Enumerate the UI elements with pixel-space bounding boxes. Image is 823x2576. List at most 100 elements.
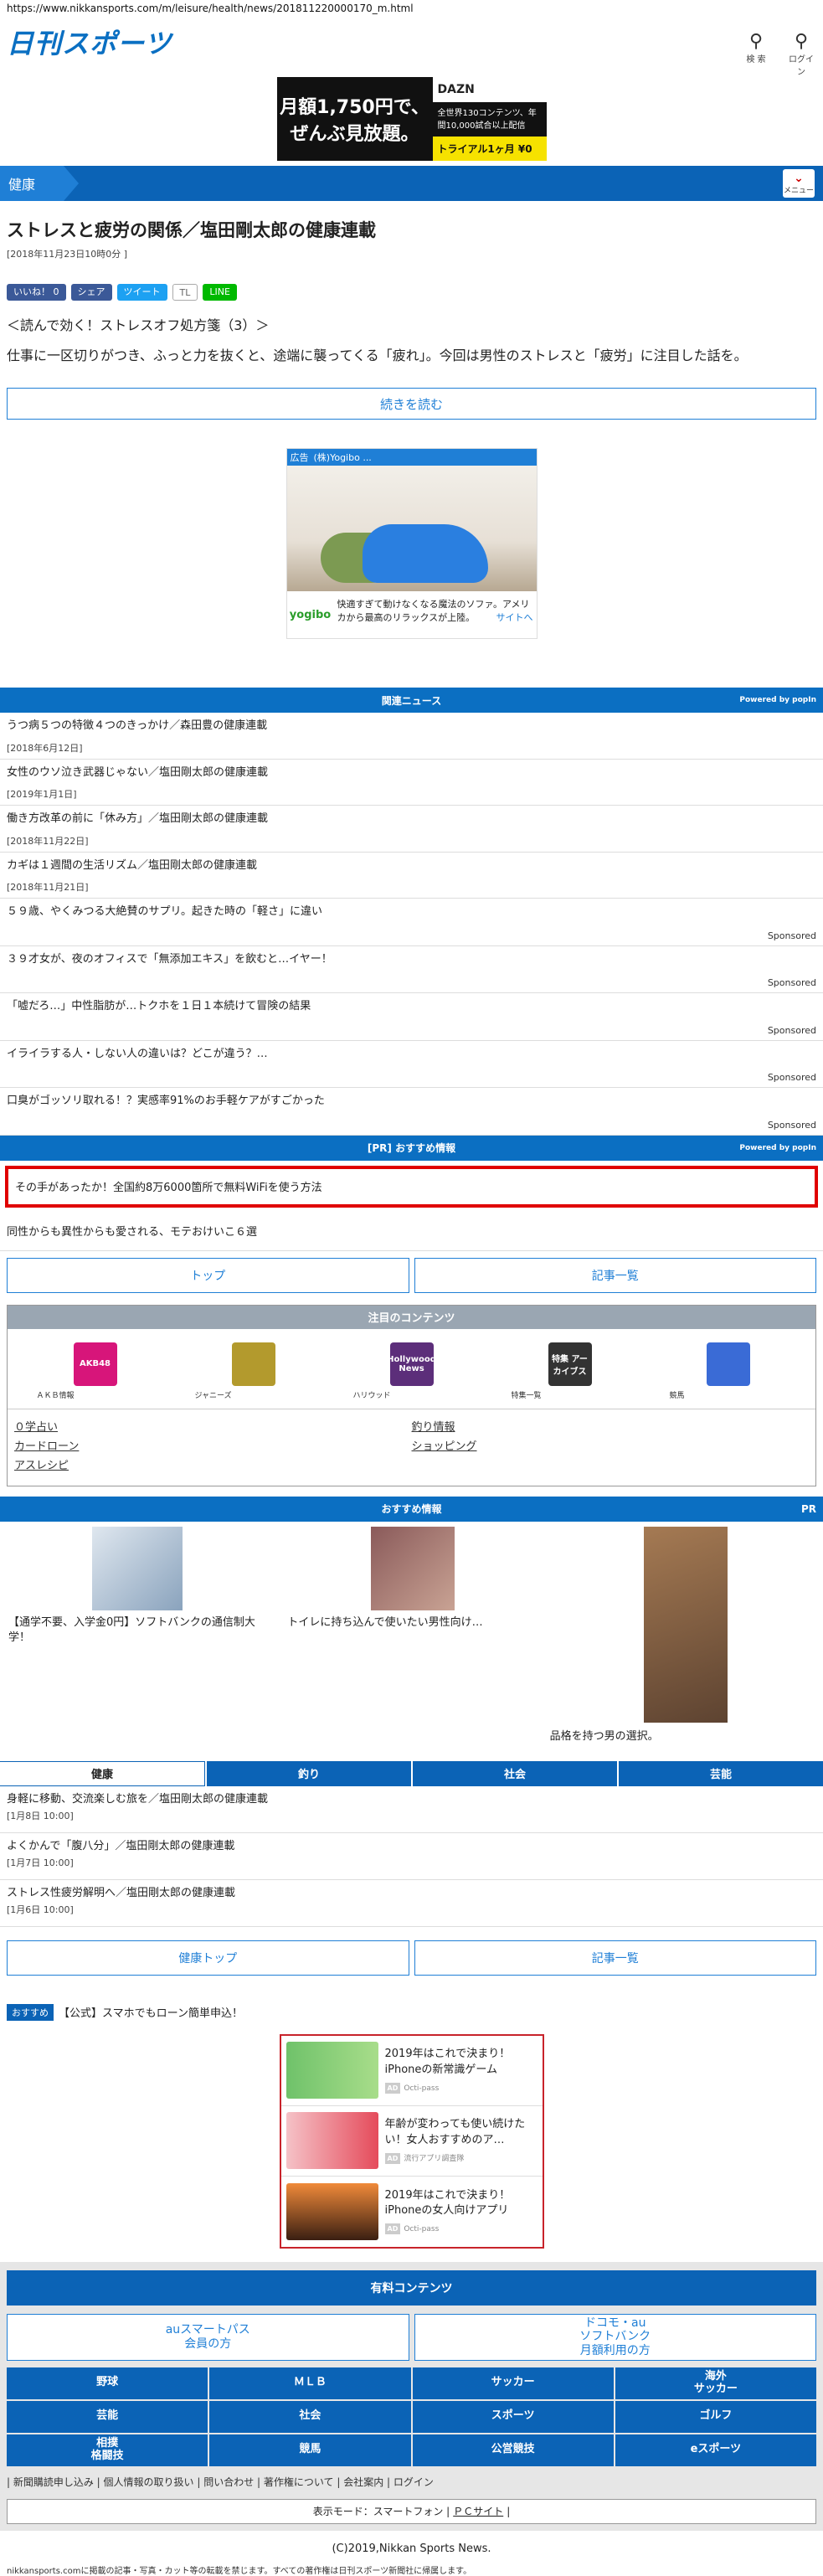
top-banner-ad[interactable]: 月額1,750円で、 ぜんぶ見放題。 DAZN 全世界130コンテンツ、年間10… [276,77,547,161]
recommend-image [92,1526,183,1610]
paid-contents-heading[interactable]: 有料コンテンツ [7,2269,816,2306]
sponsored-item[interactable]: 「嘘だろ…」中性脂肪が…トクホを１日１本続けて冒険の結果 Sponsored [0,993,823,1041]
section-label[interactable]: 健康 [0,166,79,201]
health-news-item[interactable]: 身軽に移動、交流楽しむ旅を／塩田剛太郎の健康連載 [1月8日 10:00] [0,1786,823,1833]
tweet-button[interactable]: ツイート [116,284,167,301]
footer-links[interactable]: | 新聞購読申し込み | 個人情報の取り扱い | 問い合わせ | 著作権について… [7,2475,816,2489]
category-link[interactable]: 相撲 格闘技 [7,2434,208,2466]
health-articles-button[interactable]: 記事一覧 [414,1940,816,1976]
featured-link[interactable]: ショッピング [412,1437,810,1453]
osusume-line[interactable]: おすすめ 【公式】スマホでもローン簡単申込！ [0,2003,823,2021]
featured-icon-label: ＡＫＢ情報 [36,1391,75,1400]
pr-item[interactable]: 同性からも異性からも愛される、モテおけいこ６選 [0,1208,823,1251]
category-link[interactable]: スポーツ [412,2400,614,2433]
health-top-button[interactable]: 健康トップ [7,1940,409,1976]
featured-link[interactable]: カードローン [14,1437,412,1453]
category-link[interactable]: 芸能 [7,2400,208,2433]
category-link[interactable]: 競馬 [209,2434,411,2466]
login-button[interactable]: ⚲ ログイン [786,32,816,78]
read-more-button[interactable]: 続きを読む [7,388,816,420]
featured-icon-item[interactable]: 特集 アーカイブス 特集一覧 [512,1342,629,1400]
article-date: [2018年11月23日10時0分 ] [7,249,128,260]
featured-icon-text: AKB48 [79,1359,111,1369]
news-title: 働き方改革の前に「休み方」／塩田剛太郎の健康連載 [7,812,269,826]
app-ad-item[interactable]: 2019年はこれで決まり！iPhoneの女人向けアプリ AD Octi-pass [281,2177,543,2247]
recommend-item[interactable]: 【通学不要、入学金0円】ソフトバンクの通信制大学！ [5,1526,275,1751]
featured-icon-item[interactable]: Hollywood News ハリウッド [353,1342,471,1400]
health-nav-buttons: 健康トップ 記事一覧 [0,1940,823,1976]
site-logo[interactable]: 日刊スポーツ [7,27,172,59]
ad-copy: 全世界130コンテンツ、年間10,000試合以上配信 [432,102,547,137]
footer-zone: 有料コンテンツ auスマートパス 会員の方 ドコモ・au ソフトバンク 月額利用… [0,2261,823,2531]
sponsored-item[interactable]: ５９歳、やくみつる大絶賛のサプリ。起きた時の「軽さ」に違い Sponsored [0,899,823,946]
news-title: カギは１週間の生活リズム／塩田剛太郎の健康連載 [7,858,258,872]
category-link[interactable]: サッカー [412,2367,614,2399]
featured-icon-item[interactable]: AKB48 ＡＫＢ情報 [37,1342,154,1400]
section-bar: 健康 ⌄ メニュー [0,166,823,201]
sponsored-item[interactable]: イライラする人・しない人の違いは？どこが違う？… Sponsored [0,1041,823,1089]
sponsored-item[interactable]: ３９才女が、夜のオフィスで「無添加エキス」を飲むと…イヤー！ Sponsored [0,946,823,994]
app-info: 年齢が変わっても使い続けたい！女人おすすめのア… AD 流行アプリ調査隊 [378,2117,538,2164]
related-news-item[interactable]: 働き方改革の前に「休み方」／塩田剛太郎の健康連載 [2018年11月22日] [0,806,823,853]
health-news-title: よくかんで「腹八分」／塩田剛太郎の健康連載 [7,1839,235,1852]
featured-icon-image [231,1342,275,1386]
recommend-item[interactable]: トイレに持ち込んで使いたい男性向け… [275,1526,546,1751]
category-link[interactable]: ＭＬＢ [209,2367,411,2399]
facebook-like-button[interactable]: いいね！ 0 [7,284,66,301]
related-news-item[interactable]: 女性のウソ泣き武器じゃない／塩田剛太郎の健康連載 [2019年1月1日] [0,760,823,806]
ad-footer: yogibo 快適すぎて動けなくなる魔法のソファ。アメリカから最高のリラックスが… [287,591,537,638]
tab-2[interactable]: 社会 [411,1760,617,1786]
related-heading: 関連ニュース Powered by popIn [0,688,823,714]
app-icon [285,2182,378,2240]
category-link[interactable]: 公営競技 [412,2434,614,2466]
ad-badge-icon: AD [384,2152,401,2164]
category-link[interactable]: ゴルフ [615,2400,816,2433]
tab-3[interactable]: 芸能 [617,1760,823,1786]
mid-ad[interactable]: 広告 (株)Yogibo ... yogibo 快適すぎて動けなくなる魔法のソフ… [285,448,538,640]
line-button[interactable]: LINE [203,284,237,301]
sponsored-title: イライラする人・しない人の違いは？どこが違う？… [7,1047,268,1060]
category-link[interactable]: eスポーツ [615,2434,816,2466]
featured-link[interactable]: アスレシピ [14,1456,412,1472]
featured-link[interactable]: ０学占い [14,1418,412,1434]
category-link[interactable]: 社会 [209,2400,411,2433]
featured-icon-item[interactable]: 競馬 [670,1342,787,1400]
pc-site-link[interactable]: ＰＣサイト [453,2504,503,2518]
sponsored-item[interactable]: 口臭がゴッソリ取れる！？実感率91%のお手軽ケアがすごかった Sponsored [0,1088,823,1136]
pr-highlighted-item[interactable]: その手があったか！全国約8万6000箇所で無料WiFiを使う方法 [5,1165,818,1208]
nav-buttons: トップ 記事一覧 [0,1257,823,1293]
top-button[interactable]: トップ [7,1257,409,1293]
menu-button[interactable]: ⌄ メニュー [783,169,815,198]
related-list: うつ病５つの特徴４つのきっかけ／森田豊の健康連載 [2018年6月12日] 女性のウ… [0,713,823,1136]
au-smartpass-button[interactable]: auスマートパス 会員の方 [7,2313,409,2361]
category-link[interactable]: 海外 サッカー [615,2367,816,2399]
ad-site-link[interactable]: サイトへ [496,611,533,624]
timeline-button[interactable]: TL [172,284,198,301]
featured-icon-label: ハリウッド [352,1391,391,1400]
related-news-item[interactable]: うつ病５つの特徴４つのきっかけ／森田豊の健康連載 [2018年6月12日] [0,713,823,760]
sponsored-label: Sponsored [767,1119,816,1131]
facebook-share-button[interactable]: シェア [70,284,112,301]
featured-link[interactable]: 釣り情報 [412,1418,810,1434]
recommend-item[interactable]: 品格を持つ男の選択。 [547,1526,817,1751]
app-ad-item[interactable]: 2019年はこれで決まり！iPhoneの新常識ゲーム AD Octi-pass [280,2036,543,2106]
tab-0[interactable]: 健康 [0,1760,205,1786]
featured-icon-image [706,1342,750,1386]
health-news-title: 身軽に移動、交流楽しむ旅を／塩田剛太郎の健康連載 [7,1792,269,1806]
related-news-item[interactable]: カギは１週間の生活リズム／塩田剛太郎の健康連載 [2018年11月21日] [0,853,823,899]
app-ads: 2019年はこれで決まり！iPhoneの新常識ゲーム AD Octi-pass 年齢が… [279,2033,544,2249]
category-link[interactable]: 野球 [7,2367,208,2399]
news-date: [2019年1月1日] [7,789,77,801]
health-news-item[interactable]: よくかんで「腹八分」／塩田剛太郎の健康連載 [1月7日 10:00] [0,1833,823,1880]
display-mode-text: 表示モード：スマートフォン | [312,2506,450,2518]
sponsored-label: Sponsored [767,977,816,989]
app-ad-item[interactable]: 年齢が変わっても使い続けたい！女人おすすめのア… AD 流行アプリ調査隊 [280,2106,543,2177]
featured-icon-label: ジャニーズ [194,1391,232,1400]
docomo-au-softbank-button[interactable]: ドコモ・au ソフトバンク 月額利用の方 [414,2313,816,2361]
search-button[interactable]: ⚲ 検 索 [741,32,771,77]
article-list-button[interactable]: 記事一覧 [414,1257,816,1293]
tab-1[interactable]: 釣り [205,1760,411,1786]
health-news-item[interactable]: ストレス性疲労解明へ／塩田剛太郎の健康連載 [1月6日 10:00] [0,1880,823,1927]
featured-icon-item[interactable]: ジャニーズ [195,1342,312,1400]
sponsored-title: ３９才女が、夜のオフィスで「無添加エキス」を飲むと…イヤー！ [7,952,332,966]
